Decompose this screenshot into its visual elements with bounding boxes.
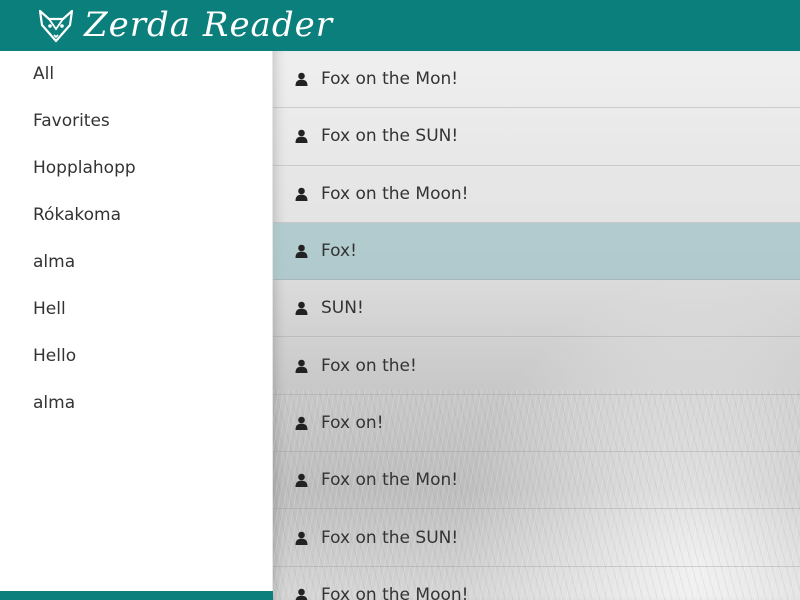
feed-item-8[interactable]: Fox on the SUN!	[273, 509, 800, 567]
sidebar-bottom-bar	[0, 591, 273, 600]
feed-item-2[interactable]: Fox on the Moon!	[273, 166, 800, 223]
feed-item-7[interactable]: Fox on the Mon!	[273, 452, 800, 510]
feed-item-9[interactable]: Fox on the Moon!	[273, 567, 800, 600]
user-icon	[295, 244, 308, 259]
sidebar-item-favorites[interactable]: Favorites	[0, 98, 272, 145]
feed-item-3[interactable]: Fox!	[273, 222, 800, 281]
sidebar-item-hello[interactable]: Hello	[0, 333, 272, 380]
user-icon	[295, 129, 308, 144]
feed-item-title: Fox on the SUN!	[321, 126, 459, 147]
feed-item-title: Fox on!	[321, 412, 384, 433]
feed-item-0[interactable]: Fox on the Mon!	[273, 51, 800, 109]
sidebar-list: All Favorites Hopplahopp Rókakoma alma H…	[0, 51, 272, 427]
user-icon	[295, 531, 308, 545]
feed-panel: Fox on the Mon! Fox on the SUN! Fox on t…	[273, 51, 800, 600]
feed-item-title: Fox on the SUN!	[321, 527, 459, 548]
sidebar-item-rokakoma[interactable]: Rókakoma	[0, 192, 272, 239]
user-icon	[295, 72, 308, 87]
feed-item-title: SUN!	[321, 298, 364, 319]
sidebar-item-alma[interactable]: alma	[0, 239, 272, 286]
sidebar: All Favorites Hopplahopp Rókakoma alma H…	[0, 51, 273, 600]
user-icon	[295, 588, 308, 600]
fox-logo-icon	[36, 8, 76, 44]
feed-item-title: Fox on the Moon!	[321, 584, 469, 600]
feed-item-1[interactable]: Fox on the SUN!	[273, 108, 800, 166]
feed-item-title: Fox!	[321, 241, 357, 262]
feed-item-title: Fox on the!	[321, 355, 417, 376]
feed-item-4[interactable]: SUN!	[273, 280, 800, 338]
sidebar-item-hopplahopp[interactable]: Hopplahopp	[0, 145, 272, 192]
sidebar-item-all[interactable]: All	[0, 51, 272, 98]
feed-item-title: Fox on the Moon!	[321, 183, 469, 204]
app-header: Zerda Reader	[0, 0, 800, 51]
app-title: Zerda Reader	[84, 5, 333, 45]
sidebar-item-hell[interactable]: Hell	[0, 286, 272, 333]
feed-list: Fox on the Mon! Fox on the SUN! Fox on t…	[273, 51, 800, 600]
feed-item-title: Fox on the Mon!	[321, 69, 459, 90]
user-icon	[295, 473, 308, 488]
sidebar-item-alma-2[interactable]: alma	[0, 380, 272, 427]
user-icon	[295, 187, 308, 201]
user-icon	[295, 359, 308, 373]
user-icon	[295, 416, 308, 430]
feed-item-6[interactable]: Fox on!	[273, 395, 800, 453]
feed-item-title: Fox on the Mon!	[321, 470, 459, 491]
feed-item-5[interactable]: Fox on the!	[273, 337, 800, 395]
user-icon	[295, 301, 308, 316]
